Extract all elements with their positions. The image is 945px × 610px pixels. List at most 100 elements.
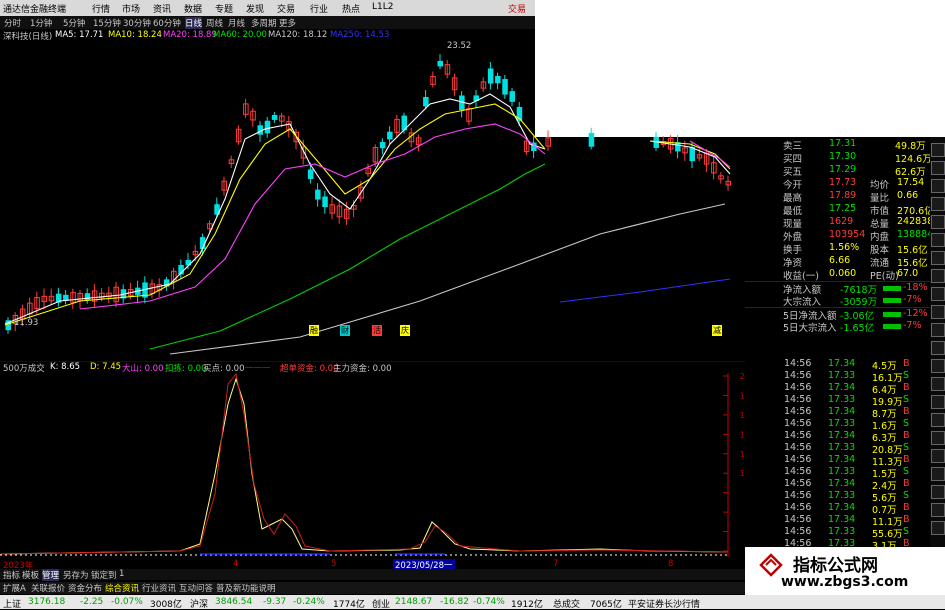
menu-item-news[interactable]: 资讯 bbox=[153, 2, 171, 15]
quote-row: 买四17.30124.6万 bbox=[745, 151, 930, 164]
flow-bar bbox=[883, 286, 901, 291]
quote-label: 卖三 bbox=[783, 138, 802, 152]
side-tab-icon[interactable] bbox=[931, 323, 945, 337]
low-annotation: 11.93 bbox=[14, 318, 38, 328]
event-marker-4[interactable]: 庆 bbox=[400, 325, 410, 336]
period-tab-more[interactable]: 更多 bbox=[279, 17, 296, 29]
menu-item-industry[interactable]: 行业 bbox=[310, 2, 328, 15]
period-tab-weekly[interactable]: 周线 bbox=[206, 17, 223, 29]
period-tab-15min[interactable]: 15分钟 bbox=[93, 17, 121, 29]
link-qa[interactable]: 互动问答 bbox=[179, 582, 213, 594]
side-tab-icon[interactable] bbox=[931, 197, 945, 211]
link-industry[interactable]: 行业资讯 bbox=[142, 582, 176, 594]
period-tab-5min[interactable]: 5分钟 bbox=[63, 17, 85, 29]
event-marker-3[interactable]: 活 bbox=[372, 325, 382, 336]
date-axis-5: 5 bbox=[331, 559, 336, 569]
candle-body bbox=[388, 132, 393, 139]
watermark-logo-icon bbox=[759, 553, 783, 577]
side-tab-icon[interactable] bbox=[931, 179, 945, 193]
menu-item-topic[interactable]: 专题 bbox=[215, 2, 233, 15]
side-tab-icon[interactable] bbox=[931, 269, 945, 283]
side-tab-icon[interactable] bbox=[931, 521, 945, 535]
quote-extra-value: 0.66 bbox=[897, 190, 918, 201]
side-tab-icon[interactable] bbox=[931, 233, 945, 247]
period-tab-60min[interactable]: 60分钟 bbox=[153, 17, 181, 29]
hs-label[interactable]: 沪深 bbox=[190, 597, 208, 610]
menu-item-markets[interactable]: 市场 bbox=[122, 2, 140, 15]
quote-row: 买五17.2962.6万 bbox=[745, 164, 930, 177]
quote-extra-label: 均价 bbox=[870, 177, 889, 191]
period-tab-monthly[interactable]: 月线 bbox=[228, 17, 245, 29]
period-tab-30min[interactable]: 30分钟 bbox=[123, 17, 151, 29]
sh-label[interactable]: 上证 bbox=[3, 597, 21, 610]
tick-time: 14:56 bbox=[784, 466, 811, 477]
stock-name: 深科技(日线) bbox=[3, 30, 52, 42]
side-tab-icon[interactable] bbox=[931, 377, 945, 391]
quote-row: 今开17.73均价17.54 bbox=[745, 177, 930, 190]
event-marker-2[interactable]: 财 bbox=[340, 325, 350, 336]
side-tab-icon[interactable] bbox=[931, 359, 945, 373]
menu-item-trade[interactable]: 交易 bbox=[277, 2, 295, 15]
link-fund[interactable]: 资金分布 bbox=[68, 582, 102, 594]
side-tab-icon[interactable] bbox=[931, 395, 945, 409]
menu-item-discover[interactable]: 发现 bbox=[246, 2, 264, 15]
tab-indicator[interactable]: 指标 bbox=[3, 569, 20, 581]
period-tab-minute[interactable]: 分时 bbox=[4, 17, 21, 29]
menu-item-hot[interactable]: 热点 bbox=[342, 2, 360, 15]
watermark-title: 指标公式网 bbox=[793, 551, 878, 576]
tick-price: 17.34 bbox=[828, 382, 855, 393]
tick-time: 14:56 bbox=[784, 514, 811, 525]
side-tab-icon[interactable] bbox=[931, 449, 945, 463]
quote-row: 5日大宗流入-1.65亿-7% bbox=[745, 320, 930, 333]
period-tab-multi[interactable]: 多周期 bbox=[251, 17, 277, 29]
tab-template[interactable]: 模板 bbox=[22, 569, 39, 581]
side-tab-icon[interactable] bbox=[931, 161, 945, 175]
side-tab-icon[interactable] bbox=[931, 251, 945, 265]
indicator-axis: 200018001600140012001000800600400200 bbox=[723, 369, 745, 557]
side-tab-icon[interactable] bbox=[931, 485, 945, 499]
event-marker-5[interactable]: 减 bbox=[712, 325, 722, 336]
side-tab-icon[interactable] bbox=[931, 341, 945, 355]
quote-extra-value: -12% bbox=[903, 308, 928, 319]
period-tab-1min[interactable]: 1分钟 bbox=[30, 17, 52, 29]
side-tab-icon[interactable] bbox=[931, 215, 945, 229]
side-tab-icon[interactable] bbox=[931, 305, 945, 319]
side-tab-icon[interactable] bbox=[931, 431, 945, 445]
trade-button[interactable]: 交易 bbox=[508, 2, 526, 15]
link-news[interactable]: 综合资讯 bbox=[105, 582, 139, 594]
hs-value: 3846.54 bbox=[215, 597, 252, 607]
indicator-name[interactable]: 500万成交 bbox=[3, 362, 45, 374]
link-extend[interactable]: 扩展A bbox=[3, 582, 26, 594]
cy-label[interactable]: 创业 bbox=[372, 597, 390, 610]
quote-extra-value: 15.6亿 bbox=[897, 242, 928, 256]
tick-time: 14:56 bbox=[784, 502, 811, 513]
menu-item-market[interactable]: 行情 bbox=[92, 2, 110, 15]
menu-item-data[interactable]: 数据 bbox=[184, 2, 202, 15]
tab-lock-to[interactable]: 锁定到 bbox=[91, 569, 117, 581]
tab-save-as[interactable]: 另存为 bbox=[63, 569, 89, 581]
side-tab-icon[interactable] bbox=[931, 467, 945, 481]
hs-change: -9.37 bbox=[263, 597, 286, 607]
quote-panel: 卖三17.3149.8万买四17.30124.6万买五17.2962.6万今开1… bbox=[745, 137, 930, 357]
quote-extra-value: 242838 bbox=[897, 216, 933, 227]
tick-list[interactable]: 14:5617.344.5万B14:5617.3316.1万S14:5617.3… bbox=[745, 357, 930, 549]
side-tab-icon[interactable] bbox=[931, 413, 945, 427]
quote-label: 今开 bbox=[783, 177, 802, 191]
ma60-label: MA60: 20.00 bbox=[213, 30, 267, 40]
broker-name[interactable]: 平安证券长沙行情 bbox=[628, 597, 700, 610]
period-tab-daily[interactable]: 日线 bbox=[185, 17, 202, 29]
tab-num[interactable]: 1 bbox=[119, 569, 124, 579]
link-related[interactable]: 关联报价 bbox=[31, 582, 65, 594]
tick-time: 14:56 bbox=[784, 490, 811, 501]
tick-direction: B bbox=[903, 514, 910, 525]
menu-item-l1l2[interactable]: L1L2 bbox=[372, 2, 393, 12]
side-tab-icon[interactable] bbox=[931, 503, 945, 517]
kline-chart[interactable]: 200018001600140012001000800600400200 19.… bbox=[0, 29, 745, 569]
tab-manage[interactable]: 管理 bbox=[42, 569, 59, 581]
event-marker-1[interactable]: 融 bbox=[309, 325, 319, 336]
side-tab-icon[interactable] bbox=[931, 143, 945, 157]
link-new-feature[interactable]: 普及新功能说明 bbox=[216, 582, 276, 594]
quote-extra-value: 15.6亿 bbox=[897, 255, 928, 269]
title-bar: 通达信金融终端 行情 市场 资讯 数据 专题 发现 交易 行业 热点 L1L2 … bbox=[0, 0, 535, 16]
side-tab-icon[interactable] bbox=[931, 287, 945, 301]
